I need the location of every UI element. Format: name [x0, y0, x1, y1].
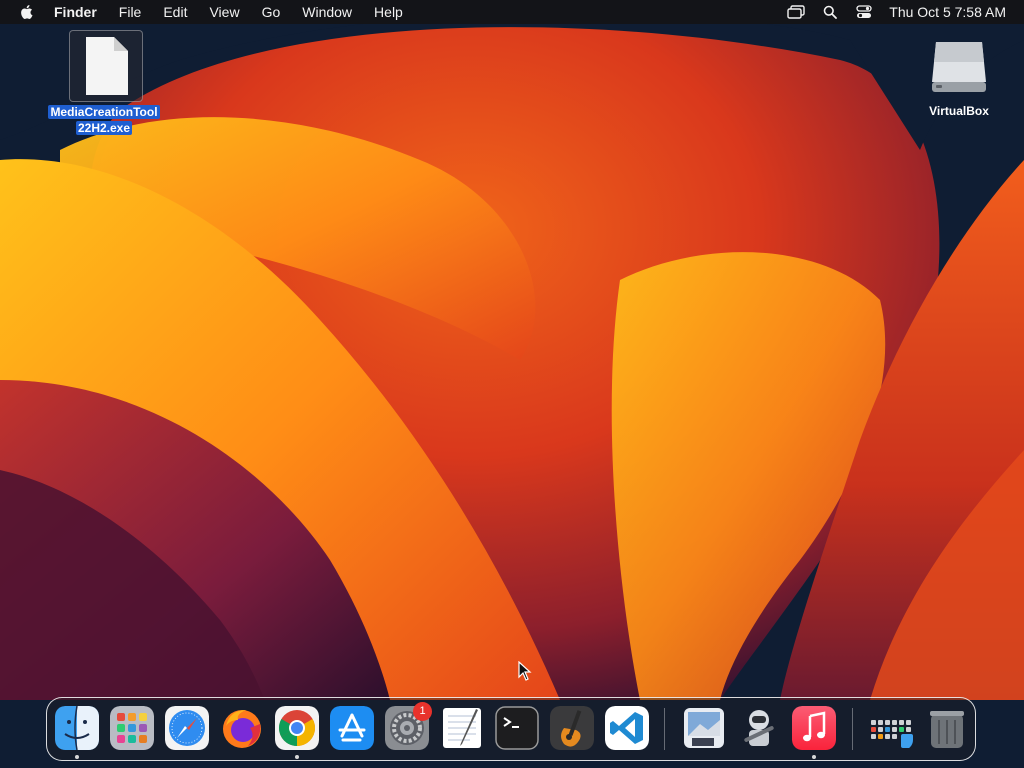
garageband-icon[interactable]: [550, 706, 594, 750]
control-center-icon[interactable]: [847, 0, 881, 24]
preview-icon[interactable]: [682, 706, 726, 750]
menu-bar: Finder File Edit View Go Window Help Thu…: [0, 0, 1024, 24]
menu-help[interactable]: Help: [363, 0, 414, 24]
menu-edit[interactable]: Edit: [152, 0, 198, 24]
music-icon[interactable]: [792, 706, 836, 750]
spotlight-search-icon[interactable]: [813, 0, 847, 24]
textedit-icon[interactable]: [440, 706, 484, 750]
music-running-dot: [812, 755, 816, 759]
firefox-icon[interactable]: [220, 706, 264, 750]
finder-running-dot: [75, 755, 79, 759]
screen-mirroring-icon[interactable]: [779, 0, 813, 24]
status-area: Thu Oct 5 7:58 AM: [779, 0, 1024, 24]
desktop-file-selection[interactable]: [69, 30, 143, 102]
document-icon: [86, 37, 128, 95]
finder-icon[interactable]: [55, 706, 99, 750]
desktop-file-label[interactable]: MediaCreationTool 22H2.exe: [46, 104, 162, 136]
launchpad-icon[interactable]: [110, 706, 154, 750]
safari-icon[interactable]: [165, 706, 209, 750]
apple-menu[interactable]: [0, 0, 52, 24]
dock-separator-2: [852, 708, 853, 750]
drive-icon[interactable]: [928, 36, 990, 96]
menu-clock[interactable]: Thu Oct 5 7:58 AM: [881, 4, 1006, 20]
menu-go[interactable]: Go: [251, 0, 292, 24]
trash-icon[interactable]: [925, 706, 969, 750]
menu-file[interactable]: File: [108, 0, 153, 24]
dock: 1: [46, 697, 976, 761]
menu-window[interactable]: Window: [291, 0, 363, 24]
app-store-icon[interactable]: [330, 706, 374, 750]
vscode-icon[interactable]: [605, 706, 649, 750]
mouse-cursor-icon: [518, 661, 532, 681]
terminal-icon[interactable]: [495, 706, 539, 750]
chrome-icon[interactable]: [275, 706, 319, 750]
dock-separator: [664, 708, 665, 750]
applications-stack-icon[interactable]: [869, 706, 913, 750]
automator-icon[interactable]: [737, 706, 781, 750]
apple-logo-icon: [21, 5, 33, 20]
menu-view[interactable]: View: [198, 0, 250, 24]
system-settings-badge: 1: [413, 702, 432, 721]
menu-app-finder[interactable]: Finder: [52, 0, 108, 24]
virtualbox-volume-label[interactable]: VirtualBox: [912, 104, 1006, 118]
chrome-running-dot: [295, 755, 299, 759]
file-name-line2: 22H2.exe: [75, 121, 133, 135]
file-name-line1: MediaCreationTool: [48, 105, 160, 119]
